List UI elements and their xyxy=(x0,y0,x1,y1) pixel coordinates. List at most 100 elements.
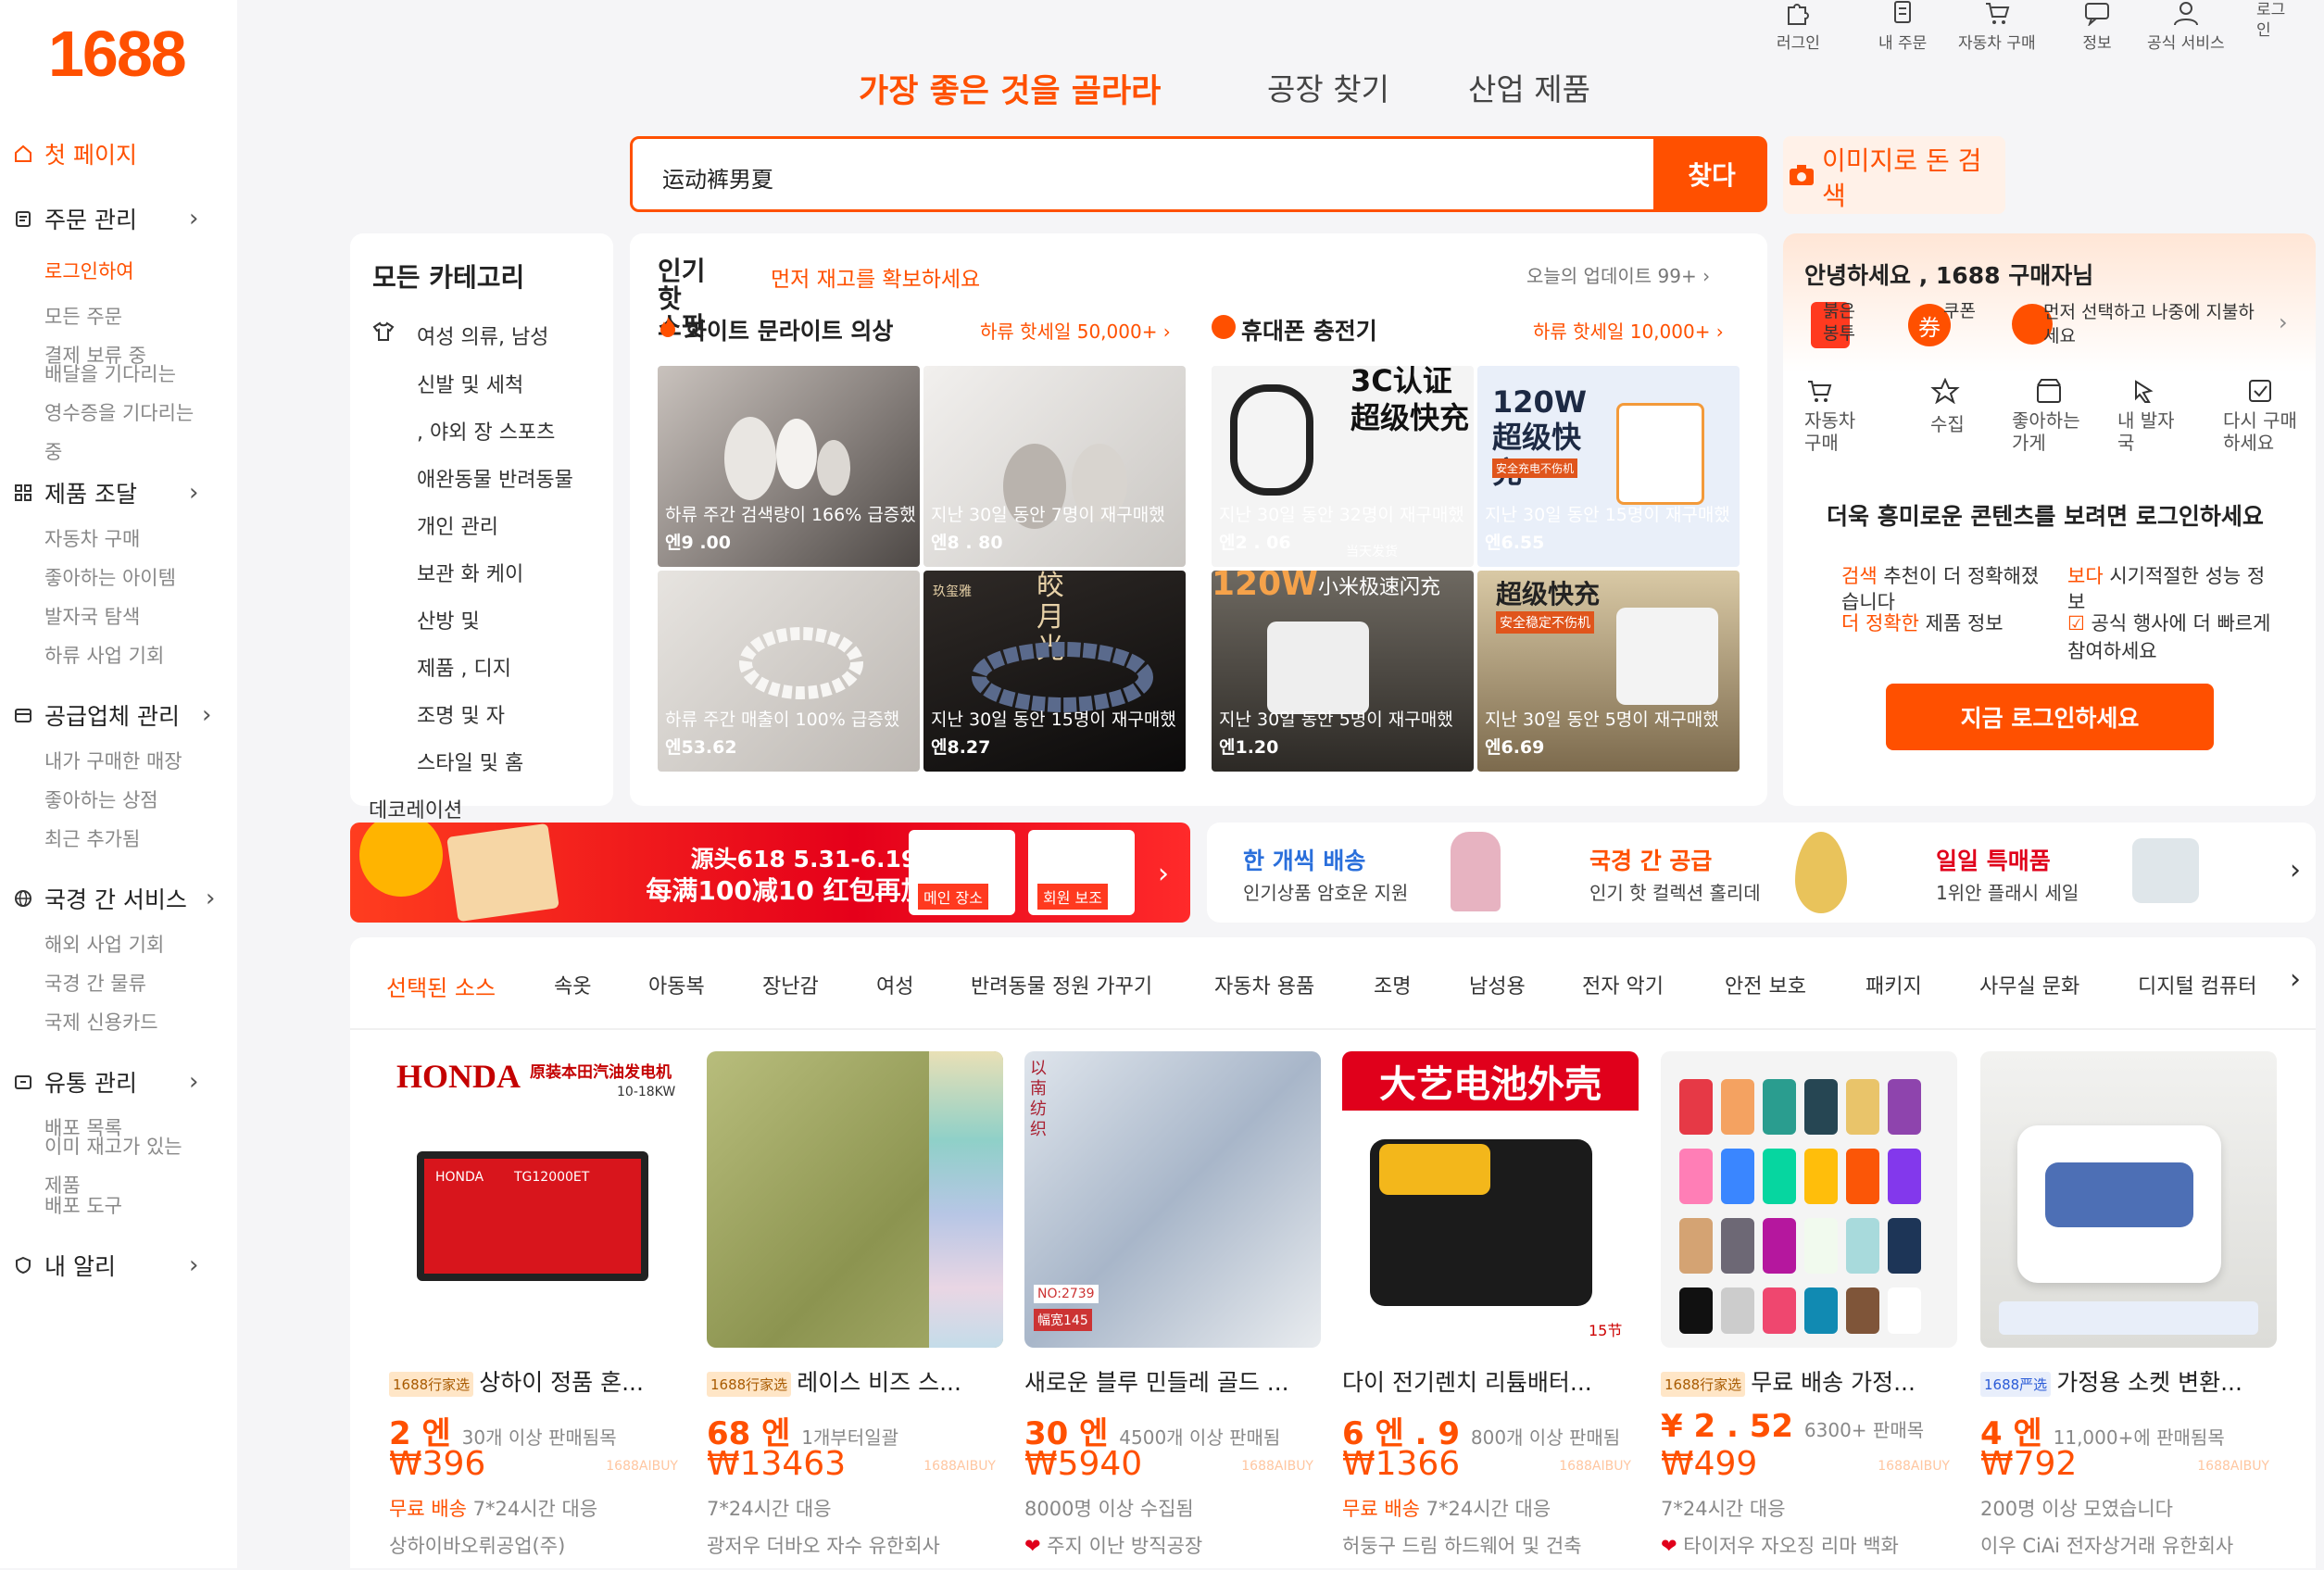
hot-tile[interactable]: 지난 30일 동안 7명이 재구매했 엔8 . 80 xyxy=(923,366,1186,567)
category-tab[interactable]: 사무실 문화 xyxy=(1979,970,2079,999)
login-button[interactable]: 지금 로그인하세요 xyxy=(1886,684,2214,750)
sidebar-item-orders[interactable]: 주문 관리 › xyxy=(13,202,198,235)
product-card[interactable]: 1688严选 가정용 소켓 변환... 4 엔 11,000+에 판매됨목 ₩79… xyxy=(1980,1051,2277,1570)
sidebar-subitem[interactable]: 최근 추가됨 xyxy=(44,824,140,852)
sidebar-subitem[interactable]: 발자국 탐색 xyxy=(44,602,140,630)
category-row[interactable]: 애완동물 반려동물 xyxy=(417,463,573,493)
sidebar-subitem[interactable]: 영수증을 기다리는 xyxy=(44,398,194,426)
sidebar-item-sourcing[interactable]: 제품 조달 › xyxy=(13,476,198,509)
perk-label[interactable]: 쿠폰 xyxy=(1943,300,1980,322)
hot-tile[interactable]: 超级快充 安全稳定不伤机 지난 30일 동안 5명이 재구매했 엔6.69 xyxy=(1477,571,1740,772)
product-card[interactable]: 1688行家选 무료 배송 가정... ¥ 2 . 52 6300+ 판매목 ₩4… xyxy=(1661,1051,1957,1570)
sidebar-item-distribution[interactable]: 유통 관리 › xyxy=(13,1065,198,1099)
category-row[interactable]: 신발 및 세척 xyxy=(417,369,523,398)
product-seller[interactable]: ❤ 타이저우 자오징 리마 백화 xyxy=(1661,1531,1899,1559)
category-tab[interactable]: 패키지 xyxy=(1865,970,1922,999)
shortcut-cart[interactable]: 자동차 구매 xyxy=(1804,378,1860,454)
category-tab[interactable]: 디지털 컴퓨터 xyxy=(2138,970,2256,999)
sidebar-subitem[interactable]: 배포 도구 xyxy=(44,1191,122,1219)
service-title[interactable]: 한 개씩 배송 xyxy=(1243,843,1365,876)
hot-right-stat[interactable]: 하류 핫세일 10,000+ › xyxy=(1533,317,1724,344)
hot-tile[interactable]: 3C认证 超级快充 当天发货 지난 30일 동안 32명이 재구매했 엔2 . … xyxy=(1212,366,1474,567)
category-row[interactable]: 제품 , 디지 xyxy=(417,652,511,682)
chevron-right-icon[interactable]: › xyxy=(2290,854,2301,886)
product-seller[interactable]: 이우 CiAi 전자상거래 유한회사 xyxy=(1980,1531,2233,1559)
shortcut-rebuy[interactable]: 다시 구매하세요 xyxy=(2223,378,2297,454)
hot-left-name[interactable]: 화이트 문라이트 의상 xyxy=(685,313,893,346)
shortcut-stores[interactable]: 좋아하는 가게 xyxy=(2012,378,2095,454)
category-row[interactable]: 데코레이션 xyxy=(369,794,462,823)
category-tab[interactable]: 자동차 용품 xyxy=(1214,970,1314,999)
sidebar-subitem[interactable]: 배달을 기다리는 xyxy=(44,359,176,387)
category-tab[interactable]: 전자 악기 xyxy=(1582,970,1664,999)
sidebar-subitem[interactable]: 국제 신용카드 xyxy=(44,1008,158,1036)
category-tab[interactable]: 조명 xyxy=(1374,970,1411,999)
sidebar-item-crossborder[interactable]: 국경 간 서비스 › xyxy=(13,882,215,915)
search-tab-best[interactable]: 가장 좋은 것을 골라라 xyxy=(859,65,1161,112)
chevron-right-icon[interactable]: › xyxy=(2279,309,2288,335)
product-card[interactable]: HONDA 原装本田汽油发电机 10-18KW HONDA TG12000ET … xyxy=(389,1051,685,1570)
category-tab[interactable]: 남성용 xyxy=(1469,970,1526,999)
sidebar-item-home[interactable]: 첫 페이지 xyxy=(13,137,137,170)
topnav-cart[interactable]: 자동차 구매 xyxy=(1958,0,2036,53)
category-tab[interactable]: 반려동물 정원 가꾸기 xyxy=(971,970,1152,999)
hot-tile[interactable]: 하류 주간 검색량이 166% 급증했 엔9 .00 xyxy=(658,366,920,567)
category-tab[interactable]: 여성 xyxy=(876,970,913,999)
category-row[interactable]: 조명 및 자 xyxy=(417,699,505,729)
sidebar-item-my-ali[interactable]: 내 알리 › xyxy=(13,1249,198,1282)
hot-tile[interactable]: 하류 주간 매출이 100% 급증했 엔53.62 xyxy=(658,571,920,772)
category-row[interactable]: 스타일 및 홈 xyxy=(417,747,523,776)
perk-label[interactable]: 먼저 선택하고 나중에 지불하세요 xyxy=(2043,300,2256,348)
product-card[interactable]: 1688行家选 레이스 비즈 스... 68 엔 1개부터일괄 ₩13463 16… xyxy=(707,1051,1003,1570)
category-row[interactable]: 여성 의류, 남성 xyxy=(417,320,548,350)
search-button[interactable]: 찾다 xyxy=(1656,136,1767,212)
sidebar-subitem[interactable]: 국경 간 물류 xyxy=(44,969,146,997)
topnav-official-service[interactable]: 공식 서비스 xyxy=(2147,0,2225,53)
hot-left-stat[interactable]: 하류 핫세일 50,000+ › xyxy=(980,317,1171,344)
chevron-right-icon[interactable]: › xyxy=(2290,963,2301,996)
category-tab[interactable]: 선택된 소스 xyxy=(386,970,496,1002)
image-search-button[interactable]: 이미지로 돈 검색 xyxy=(1783,136,2005,214)
category-tab[interactable]: 안전 보호 xyxy=(1725,970,1806,999)
sidebar-item-suppliers[interactable]: 공급업체 관리 › xyxy=(13,698,211,732)
topnav-messages[interactable]: 정보 xyxy=(2082,0,2112,53)
service-title[interactable]: 국경 간 공급 xyxy=(1589,843,1712,876)
topnav-login[interactable]: 러그인 xyxy=(1777,0,1820,53)
category-row[interactable]: 산방 및 xyxy=(417,605,480,634)
category-tab[interactable]: 아동복 xyxy=(648,970,705,999)
shortcut-footprint[interactable]: 내 발자국 xyxy=(2117,378,2182,454)
sidebar-subitem[interactable]: 좋아하는 아이템 xyxy=(44,563,176,591)
shortcut-favorites[interactable]: 수집 xyxy=(1930,378,1965,436)
search-input[interactable]: 运动裤男夏 xyxy=(630,136,1656,212)
sidebar-subitem[interactable]: 하류 사업 기회 xyxy=(44,641,164,669)
search-tab-factory[interactable]: 공장 찾기 xyxy=(1267,65,1389,109)
product-seller[interactable]: 상하이바오뤼공업(주) xyxy=(389,1531,565,1559)
service-title[interactable]: 일일 특매품 xyxy=(1936,843,2051,876)
sidebar-subitem[interactable]: 자동차 구매 xyxy=(44,524,140,552)
topnav-orders[interactable]: 내 주문 xyxy=(1878,0,1927,53)
product-seller[interactable]: ❤ 주지 이난 방직공장 xyxy=(1024,1531,1202,1559)
sidebar-subitem[interactable]: 이미 재고가 있는 xyxy=(44,1132,182,1160)
category-row[interactable]: , 야외 장 스포츠 xyxy=(417,416,555,446)
category-tab[interactable]: 속옷 xyxy=(554,970,591,999)
category-row[interactable]: 보관 화 케이 xyxy=(417,558,523,587)
promo-chip[interactable]: 메인 장소 xyxy=(909,830,1015,915)
hot-update-link[interactable]: 오늘의 업데이트 99+ › xyxy=(1526,261,1710,288)
hot-tile[interactable]: 120W 超级快充 安全充电不伤机 지난 30일 동안 15명이 재구매했 엔6… xyxy=(1477,366,1740,567)
hot-tile[interactable]: 120W 小米极速闪充 지난 30일 동안 5명이 재구매했 엔1.20 xyxy=(1212,571,1474,772)
perk-label[interactable]: 붉은 봉투 xyxy=(1823,300,1862,345)
sidebar-subitem[interactable]: 모든 주문 xyxy=(44,302,122,330)
search-tab-industrial[interactable]: 산업 제품 xyxy=(1468,65,1590,109)
category-row[interactable]: 개인 관리 xyxy=(417,510,498,540)
sidebar-subitem[interactable]: 좋아하는 상점 xyxy=(44,785,158,813)
site-logo[interactable]: 1688 xyxy=(48,17,187,91)
topnav-signin[interactable]: 로그인 xyxy=(2256,0,2293,41)
promo-banner[interactable]: 源头618 5.31-6.19 每满100减10 红包再加补 메인 장소 회원 … xyxy=(350,823,1190,923)
sidebar-subitem[interactable]: 해외 사업 기회 xyxy=(44,930,164,958)
hot-right-name[interactable]: 휴대폰 충전기 xyxy=(1241,313,1377,346)
category-tab[interactable]: 장난감 xyxy=(762,970,819,999)
chevron-right-icon[interactable]: › xyxy=(1158,858,1169,890)
product-seller[interactable]: 허둥구 드림 하드웨어 및 건축 xyxy=(1342,1531,1582,1559)
promo-chip[interactable]: 회원 보조 xyxy=(1028,830,1135,915)
product-card[interactable]: 以南纺织 NO:2739 幅宽145 새로운 블루 민들레 골드 ... 30 … xyxy=(1024,1051,1321,1570)
